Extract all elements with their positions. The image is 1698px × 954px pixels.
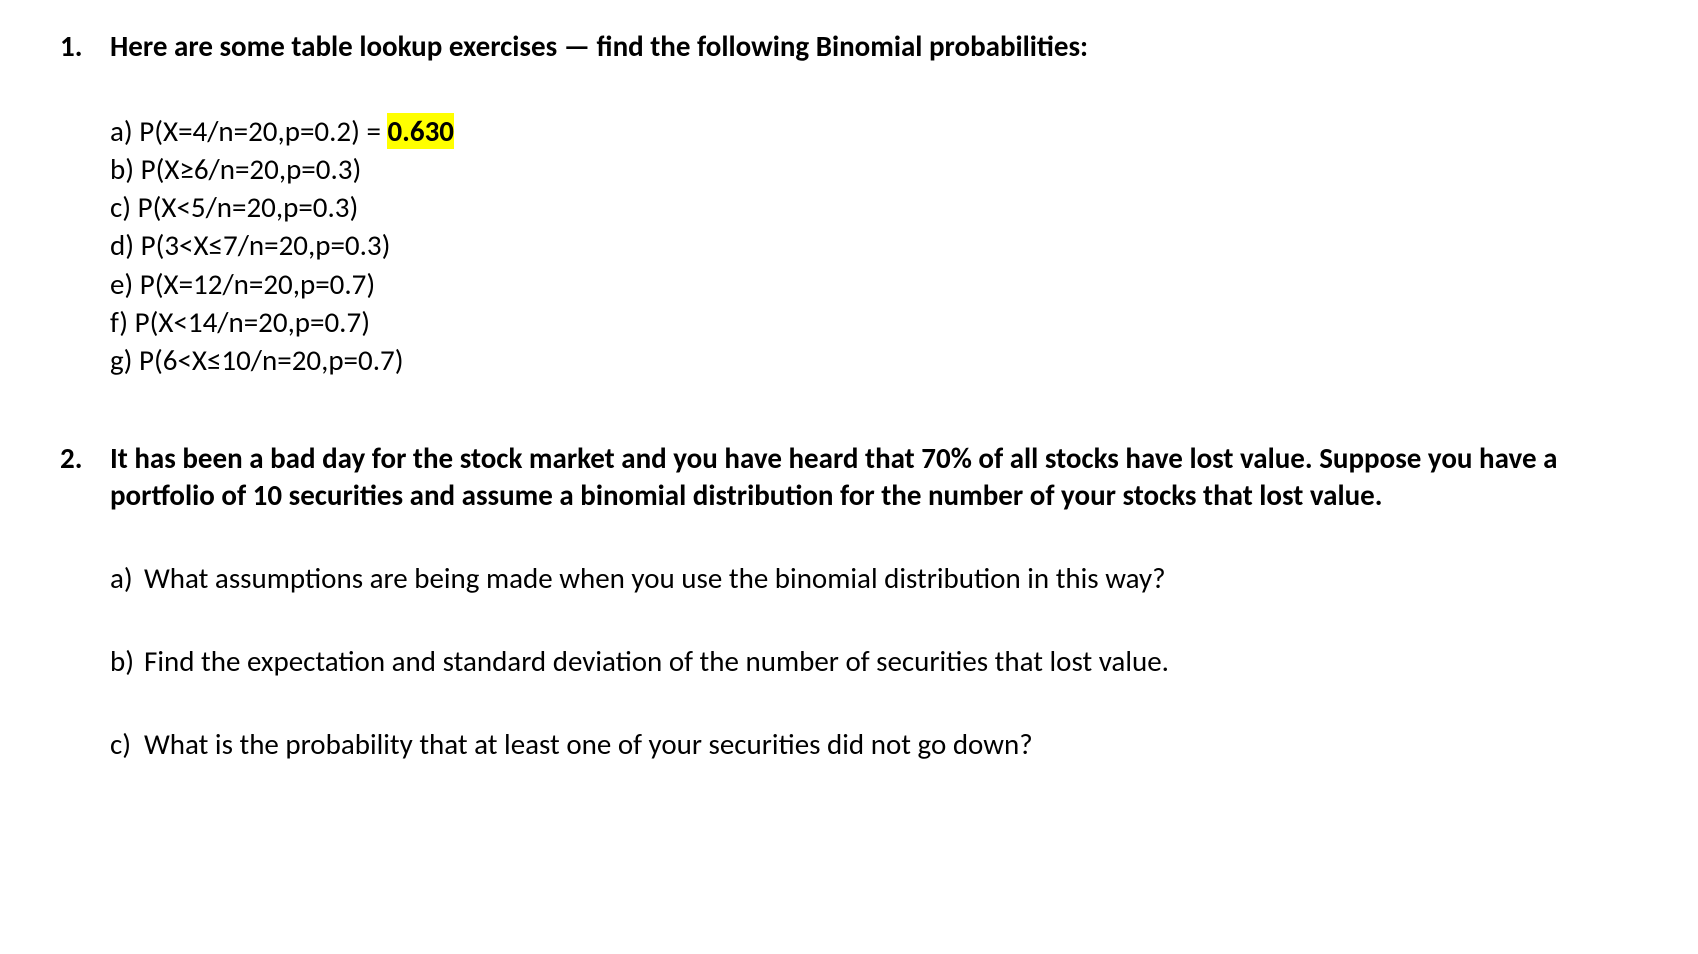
sub-text: What is the probability that at least on… — [144, 726, 1033, 762]
question-content: Here are some table lookup exercises — f… — [110, 28, 1638, 380]
sub-text: Find the expectation and standard deviat… — [144, 643, 1169, 679]
sub-label: a) — [110, 561, 144, 596]
question-number: 2. — [60, 440, 110, 476]
sub-item-a-prefix: a) P(X=4/n=20,p=0.2) = — [110, 113, 387, 149]
question-2: 2. It has been a bad day for the stock m… — [60, 440, 1638, 762]
sub-label: c) — [110, 727, 144, 762]
question-title: It has been a bad day for the stock mark… — [110, 440, 1638, 515]
sub-item-a: a)What assumptions are being made when y… — [110, 561, 1638, 596]
question-content: It has been a bad day for the stock mark… — [110, 440, 1638, 762]
question-1: 1. Here are some table lookup exercises … — [60, 28, 1638, 380]
sub-item-c: c)What is the probability that at least … — [110, 727, 1638, 762]
question-title: Here are some table lookup exercises — f… — [110, 28, 1638, 66]
highlighted-answer: 0.630 — [387, 113, 454, 149]
document-page: 1. Here are some table lookup exercises … — [0, 0, 1698, 761]
sub-item-d: d) P(3<X≤7/n=20,p=0.3) — [110, 226, 1638, 264]
sub-item-a: a) P(X=4/n=20,p=0.2) = 0.630 — [110, 112, 1638, 150]
question-number: 1. — [60, 28, 110, 64]
sub-list: a)What assumptions are being made when y… — [110, 561, 1638, 761]
sub-item-e: e) P(X=12/n=20,p=0.7) — [110, 265, 1638, 303]
sub-label: b) — [110, 644, 144, 679]
sub-text: What assumptions are being made when you… — [144, 560, 1166, 596]
sub-item-c: c) P(X<5/n=20,p=0.3) — [110, 188, 1638, 226]
sub-item-f: f) P(X<14/n=20,p=0.7) — [110, 303, 1638, 341]
sub-item-g: g) P(6<X≤10/n=20,p=0.7) — [110, 341, 1638, 379]
sub-item-b: b)Find the expectation and standard devi… — [110, 644, 1638, 679]
sub-item-b: b) P(X≥6/n=20,p=0.3) — [110, 150, 1638, 188]
sub-list: a) P(X=4/n=20,p=0.2) = 0.630 b) P(X≥6/n=… — [110, 112, 1638, 380]
